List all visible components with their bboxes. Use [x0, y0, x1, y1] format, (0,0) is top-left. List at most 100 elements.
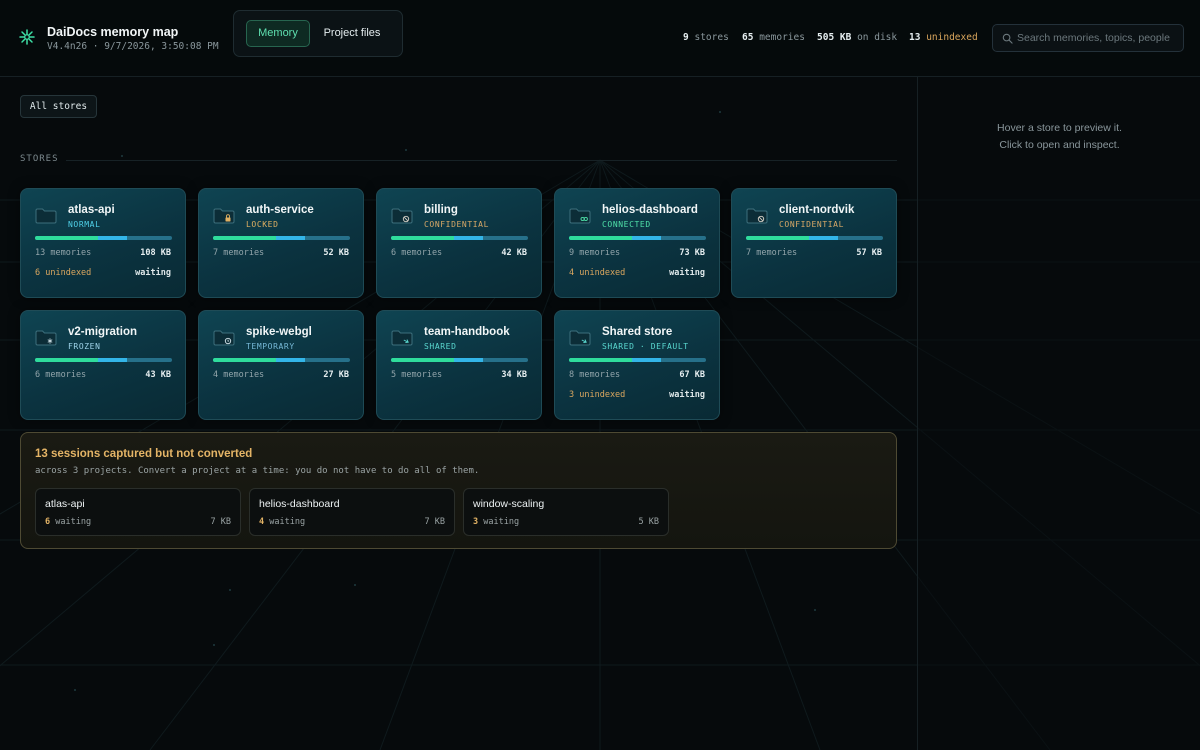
- progress-fill-indexed: [569, 358, 632, 362]
- store-memory-count: 8 memories: [569, 370, 621, 380]
- store-waiting: waiting: [669, 268, 705, 278]
- sessions-title: 13 sessions captured but not converted: [35, 448, 253, 460]
- folder-icon: [569, 208, 591, 224]
- store-status: LOCKED: [246, 220, 279, 229]
- store-size: 34 KB: [501, 370, 527, 380]
- session-size: 7 KB: [424, 517, 445, 527]
- store-status: CONFIDENTIAL: [424, 220, 489, 229]
- store-memory-count: 7 memories: [746, 248, 798, 258]
- tab-memory[interactable]: Memory: [246, 20, 310, 47]
- store-card-atlas-api[interactable]: atlas-api NORMAL 13 memories 108 KB 6 uninde…: [20, 188, 186, 298]
- app-version-timestamp: V4.4n26 · 9/7/2026, 3:50:08 PM: [47, 41, 219, 52]
- store-memory-count: 7 memories: [213, 248, 265, 258]
- store-card-team-handbook[interactable]: team-handbook SHARED 5 memories 34 KB: [376, 310, 542, 420]
- store-size: 67 KB: [679, 370, 705, 380]
- search-icon: [1002, 33, 1013, 44]
- store-status: CONNECTED: [602, 220, 651, 229]
- stat-unindexed-count: 13: [909, 32, 921, 43]
- app-header: DaiDocs memory map V4.4n26 · 9/7/2026, 3…: [0, 0, 1200, 77]
- sparkle-logo-icon: [19, 29, 35, 45]
- store-index-progress: [391, 358, 528, 362]
- store-memory-count: 6 memories: [35, 370, 87, 380]
- progress-fill-recent: [454, 358, 483, 362]
- session-waiting: 3 waiting: [473, 517, 519, 527]
- store-size: 27 KB: [323, 370, 349, 380]
- store-name: client-nordvik: [779, 204, 855, 216]
- store-size: 57 KB: [856, 248, 882, 258]
- store-index-progress: [569, 358, 706, 362]
- session-size: 7 KB: [210, 517, 231, 527]
- session-project-card[interactable]: helios-dashboard 4 waiting 7 KB: [249, 488, 455, 536]
- unconverted-sessions-banner: 13 sessions captured but not converted a…: [20, 432, 897, 549]
- store-name: helios-dashboard: [602, 204, 698, 216]
- folder-icon: [213, 330, 235, 346]
- store-status: FROZEN: [68, 342, 101, 351]
- store-memory-count: 9 memories: [569, 248, 621, 258]
- store-status: SHARED · DEFAULT: [602, 342, 689, 351]
- store-name: team-handbook: [424, 326, 510, 338]
- store-size: 42 KB: [501, 248, 527, 258]
- progress-fill-recent: [632, 236, 661, 240]
- store-status: SHARED: [424, 342, 457, 351]
- store-memory-count: 4 memories: [213, 370, 265, 380]
- session-waiting-count: 6: [45, 517, 51, 527]
- progress-fill-recent: [809, 236, 838, 240]
- progress-fill-indexed: [35, 236, 98, 240]
- store-preview-panel: Hover a store to preview it. Click to op…: [917, 77, 1200, 750]
- session-waiting: 6 waiting: [45, 517, 91, 527]
- store-card-client-nordvik[interactable]: client-nordvik CONFIDENTIAL 7 memories 57 K…: [731, 188, 897, 298]
- folder-icon: [391, 208, 413, 224]
- store-card-helios-dashboard[interactable]: helios-dashboard CONNECTED 9 memories 73 KB…: [554, 188, 720, 298]
- store-card-shared-store[interactable]: Shared store SHARED · DEFAULT 8 memories 67…: [554, 310, 720, 420]
- stat-memories-label: memories: [759, 32, 805, 43]
- store-status: TEMPORARY: [246, 342, 295, 351]
- preview-hint: Hover a store to preview it. Click to op…: [918, 120, 1200, 154]
- folder-icon: [35, 208, 57, 224]
- store-card-spike-webgl[interactable]: spike-webgl TEMPORARY 4 memories 27 KB: [198, 310, 364, 420]
- store-index-progress: [35, 358, 172, 362]
- progress-fill-recent: [632, 358, 661, 362]
- store-name: billing: [424, 204, 458, 216]
- search-input[interactable]: [1017, 27, 1179, 49]
- store-card-billing[interactable]: billing CONFIDENTIAL 6 memories 42 KB: [376, 188, 542, 298]
- progress-fill-recent: [454, 236, 483, 240]
- all-stores-filter[interactable]: All stores: [20, 95, 97, 118]
- stat-unindexed-label: unindexed: [926, 32, 978, 43]
- store-size: 43 KB: [145, 370, 171, 380]
- stat-memories-count: 65: [742, 32, 754, 43]
- session-project-name: helios-dashboard: [259, 498, 340, 510]
- session-waiting-label: waiting: [483, 517, 520, 527]
- store-card-auth-service[interactable]: auth-service LOCKED 7 memories 52 KB: [198, 188, 364, 298]
- store-index-progress: [213, 236, 350, 240]
- store-index-progress: [213, 358, 350, 362]
- store-index-progress: [746, 236, 883, 240]
- store-name: atlas-api: [68, 204, 115, 216]
- store-name: Shared store: [602, 326, 673, 338]
- progress-fill-recent: [98, 236, 127, 240]
- progress-fill-indexed: [35, 358, 98, 362]
- session-waiting-count: 3: [473, 517, 479, 527]
- store-index-progress: [35, 236, 172, 240]
- stat-stores-label: stores: [694, 32, 729, 43]
- store-name: spike-webgl: [246, 326, 312, 338]
- session-waiting-label: waiting: [269, 517, 306, 527]
- stat-disk: 505 KB on disk: [817, 32, 897, 43]
- session-project-card[interactable]: window-scaling 3 waiting 5 KB: [463, 488, 669, 536]
- store-name: auth-service: [246, 204, 314, 216]
- tab-project-files[interactable]: Project files: [314, 20, 390, 47]
- store-name: v2-migration: [68, 326, 138, 338]
- store-size: 108 KB: [140, 248, 171, 258]
- store-waiting: waiting: [669, 390, 705, 400]
- view-tabs: Memory Project files: [233, 10, 403, 57]
- stat-memories: 65 memories: [742, 32, 805, 43]
- progress-fill-indexed: [569, 236, 632, 240]
- stat-disk-count: 505 KB: [817, 32, 852, 43]
- session-project-card[interactable]: atlas-api 6 waiting 7 KB: [35, 488, 241, 536]
- store-card-v2-migration[interactable]: v2-migration FROZEN 6 memories 43 KB: [20, 310, 186, 420]
- store-size: 73 KB: [679, 248, 705, 258]
- session-project-name: window-scaling: [473, 498, 545, 510]
- store-memory-count: 5 memories: [391, 370, 443, 380]
- store-index-progress: [569, 236, 706, 240]
- folder-icon: [391, 330, 413, 346]
- store-status: CONFIDENTIAL: [779, 220, 844, 229]
